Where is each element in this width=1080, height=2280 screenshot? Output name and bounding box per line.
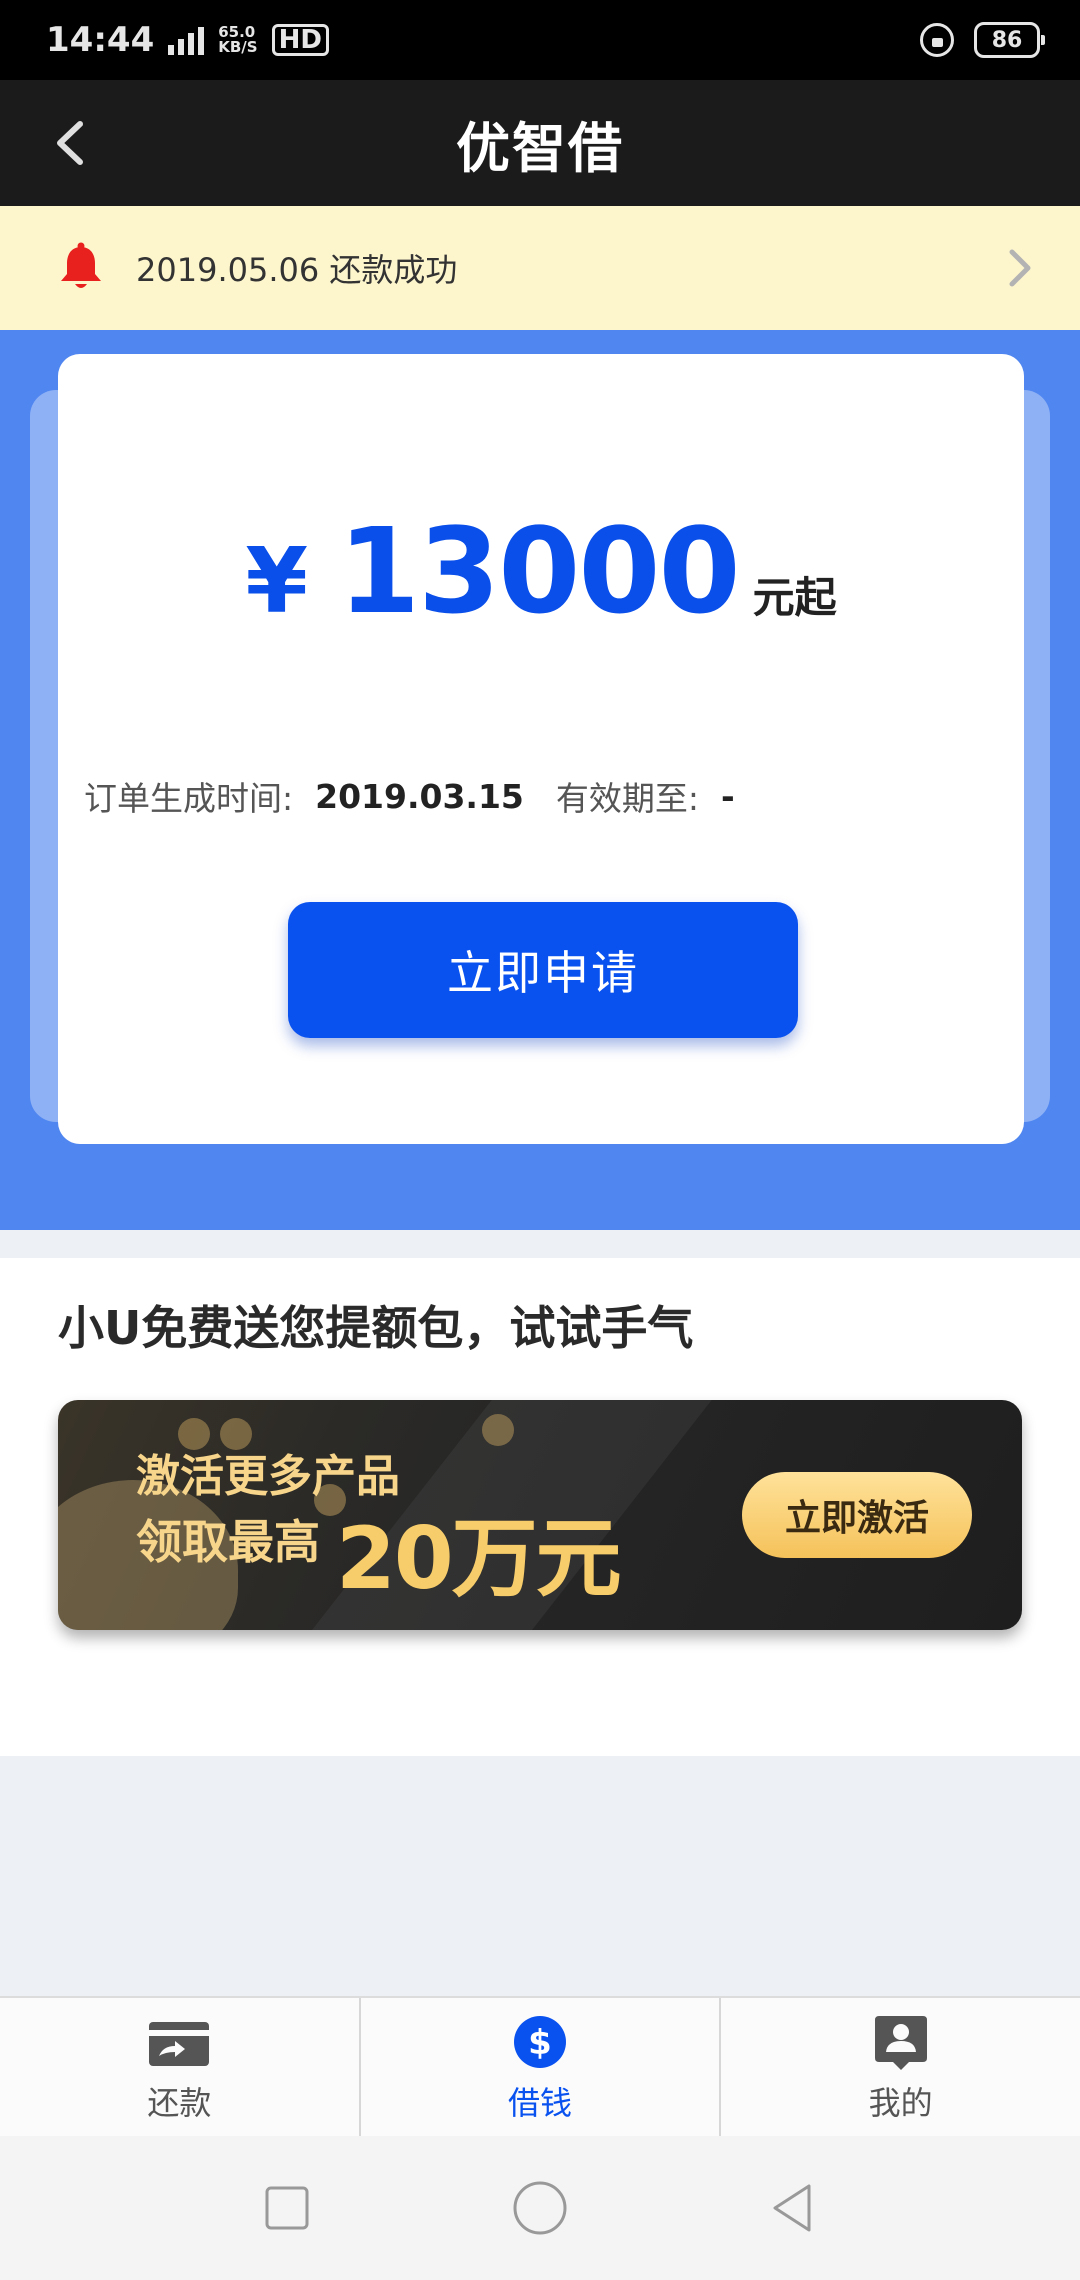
tab-mine[interactable]: 我的 bbox=[719, 1998, 1080, 2136]
recent-apps-icon[interactable] bbox=[257, 2178, 317, 2238]
order-time-label: 订单生成时间: bbox=[84, 779, 294, 818]
promo-banner[interactable]: 激活更多产品 领取最高 20万元 立即激活 bbox=[58, 1400, 1022, 1630]
valid-until-value: - bbox=[721, 776, 735, 816]
network-speed: 65.0 KB/S bbox=[218, 25, 257, 55]
home-icon[interactable] bbox=[510, 2178, 570, 2238]
order-info: 订单生成时间: 2019.03.15 有效期至: - bbox=[84, 772, 735, 820]
amount-unit: 元起 bbox=[752, 573, 837, 622]
status-left: 14:44 65.0 KB/S HD bbox=[46, 20, 329, 60]
tab-repay[interactable]: 还款 bbox=[0, 1998, 359, 2136]
status-time: 14:44 bbox=[46, 20, 155, 60]
bottom-tab-bar: 还款 $ 借钱 我的 bbox=[0, 1996, 1080, 2136]
profile-icon bbox=[874, 2016, 927, 2070]
currency-symbol: ¥ bbox=[245, 529, 309, 634]
valid-until-label: 有效期至: bbox=[555, 779, 700, 818]
notice-banner[interactable]: 2019.05.06 还款成功 bbox=[0, 206, 1080, 330]
order-time-value: 2019.03.15 bbox=[315, 776, 524, 816]
banner-line-2: 领取最高 bbox=[136, 1515, 320, 1569]
loan-hero: ¥ 13000 元起 订单生成时间: 2019.03.15 有效期至: - 立即… bbox=[0, 330, 1080, 1230]
back-triangle-icon[interactable] bbox=[763, 2178, 823, 2238]
chevron-right-icon bbox=[1009, 249, 1031, 287]
system-nav-bar bbox=[0, 2136, 1080, 2280]
amount-row: ¥ 13000 元起 bbox=[58, 502, 1024, 640]
svg-text:$: $ bbox=[528, 2023, 552, 2063]
tab-label: 借钱 bbox=[508, 2084, 573, 2122]
loan-amount: 13000 bbox=[338, 502, 741, 640]
bell-icon bbox=[61, 242, 101, 288]
repay-card-icon bbox=[149, 2022, 210, 2066]
coin-graphic bbox=[482, 1414, 514, 1446]
promo-section: 小U免费送您提额包，试试手气 激活更多产品 领取最高 20万元 立即激活 bbox=[0, 1258, 1080, 1756]
notice-text: 2019.05.06 还款成功 bbox=[136, 251, 458, 289]
activate-button[interactable]: 立即激活 bbox=[742, 1472, 972, 1558]
tab-label: 我的 bbox=[868, 2084, 933, 2122]
dollar-circle-icon: $ bbox=[514, 2016, 566, 2068]
hd-badge: HD bbox=[271, 24, 329, 56]
rotation-lock-icon bbox=[920, 23, 954, 57]
tab-borrow[interactable]: $ 借钱 bbox=[358, 1998, 720, 2136]
banner-highlight: 20万元 bbox=[336, 1509, 622, 1609]
battery-level: 86 bbox=[991, 27, 1023, 53]
tab-label: 还款 bbox=[147, 2084, 212, 2122]
screen: 14:44 65.0 KB/S HD 86 优智借 2019.05.06 还款成… bbox=[0, 0, 1080, 2280]
page-title: 优智借 bbox=[456, 116, 624, 180]
promo-heading: 小U免费送您提额包，试试手气 bbox=[58, 1301, 694, 1355]
status-right: 86 bbox=[920, 22, 1045, 58]
apply-button[interactable]: 立即申请 bbox=[288, 902, 798, 1038]
nav-bar: 优智借 bbox=[0, 80, 1080, 206]
status-bar: 14:44 65.0 KB/S HD 86 bbox=[0, 0, 1080, 80]
signal-icon bbox=[168, 25, 205, 55]
speed-unit: KB/S bbox=[218, 38, 258, 56]
loan-card: ¥ 13000 元起 订单生成时间: 2019.03.15 有效期至: - 立即… bbox=[58, 354, 1024, 1144]
battery-icon: 86 bbox=[974, 22, 1045, 58]
chevron-left-icon[interactable] bbox=[40, 110, 106, 176]
